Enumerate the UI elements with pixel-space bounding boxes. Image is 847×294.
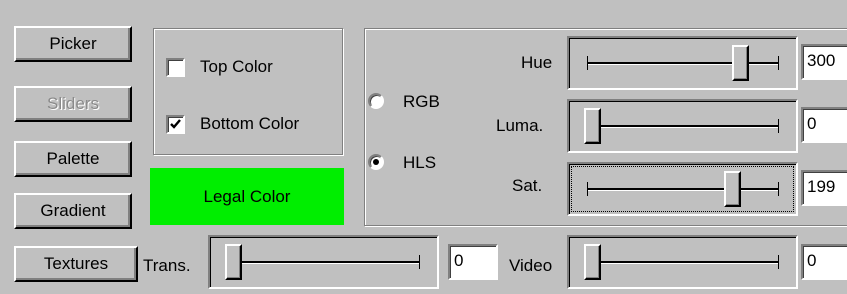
- hls-radio[interactable]: [368, 154, 384, 170]
- trans-slider[interactable]: [208, 235, 439, 289]
- color-target-group: [153, 28, 343, 155]
- luma-slider[interactable]: [567, 99, 798, 153]
- legal-color-label: Legal Color: [203, 186, 291, 206]
- sliders-tab-label: Sliders: [47, 94, 99, 113]
- hue-slider[interactable]: [567, 36, 798, 90]
- legal-color-indicator: Legal Color: [150, 168, 344, 225]
- slider-end-tick: [587, 56, 588, 70]
- slider-end-tick: [778, 119, 779, 133]
- slider-track: [587, 62, 778, 65]
- sat-label: Sat.: [512, 176, 543, 195]
- hue-value-field[interactable]: 300: [801, 44, 847, 80]
- rgb-radio[interactable]: [368, 93, 384, 109]
- picker-tab-label: Picker: [49, 34, 97, 53]
- slider-thumb[interactable]: [731, 45, 749, 81]
- slider-thumb[interactable]: [584, 244, 601, 280]
- slider-end-tick: [778, 182, 779, 196]
- top-color-checkbox[interactable]: [166, 58, 185, 77]
- radio-selected-dot: [373, 159, 379, 165]
- slider-thumb[interactable]: [724, 171, 742, 207]
- checkmark-icon: [170, 119, 181, 129]
- sat-value-field[interactable]: 199: [801, 170, 847, 206]
- slider-end-tick: [419, 255, 420, 269]
- hue-label: Hue: [521, 53, 553, 72]
- rgb-label: RGB: [403, 92, 440, 111]
- bottom-color-label: Bottom Color: [200, 114, 300, 133]
- color-editor-panel: Picker Sliders Palette Gradient Textures…: [0, 0, 847, 294]
- slider-end-tick: [778, 56, 779, 70]
- slider-track: [587, 125, 778, 128]
- gradient-tab-button[interactable]: Gradient: [14, 193, 132, 229]
- slider-end-tick: [778, 255, 779, 269]
- slider-track: [587, 188, 778, 191]
- palette-tab-button[interactable]: Palette: [14, 141, 132, 177]
- video-label: Video: [509, 256, 553, 275]
- trans-value-field[interactable]: 0: [448, 244, 498, 280]
- sat-slider[interactable]: [567, 162, 798, 216]
- slider-track: [587, 261, 778, 264]
- bottom-color-checkbox[interactable]: [166, 115, 185, 134]
- textures-tab-label: Textures: [43, 254, 109, 273]
- gradient-tab-label: Gradient: [40, 201, 106, 220]
- slider-thumb[interactable]: [584, 108, 601, 144]
- palette-tab-label: Palette: [46, 149, 100, 168]
- top-color-label: Top Color: [200, 57, 273, 76]
- luma-value-field[interactable]: 0: [801, 107, 847, 143]
- slider-track: [228, 261, 419, 264]
- sliders-tab-button[interactable]: Sliders: [14, 86, 132, 122]
- picker-tab-button[interactable]: Picker: [14, 26, 132, 62]
- trans-label: Trans.: [143, 256, 191, 275]
- hls-label: HLS: [403, 153, 437, 172]
- slider-thumb[interactable]: [225, 244, 242, 280]
- video-value-field[interactable]: 0: [801, 244, 847, 280]
- slider-end-tick: [587, 182, 588, 196]
- luma-label: Luma.: [496, 116, 544, 135]
- textures-tab-button[interactable]: Textures: [14, 246, 138, 282]
- video-slider[interactable]: [567, 235, 798, 289]
